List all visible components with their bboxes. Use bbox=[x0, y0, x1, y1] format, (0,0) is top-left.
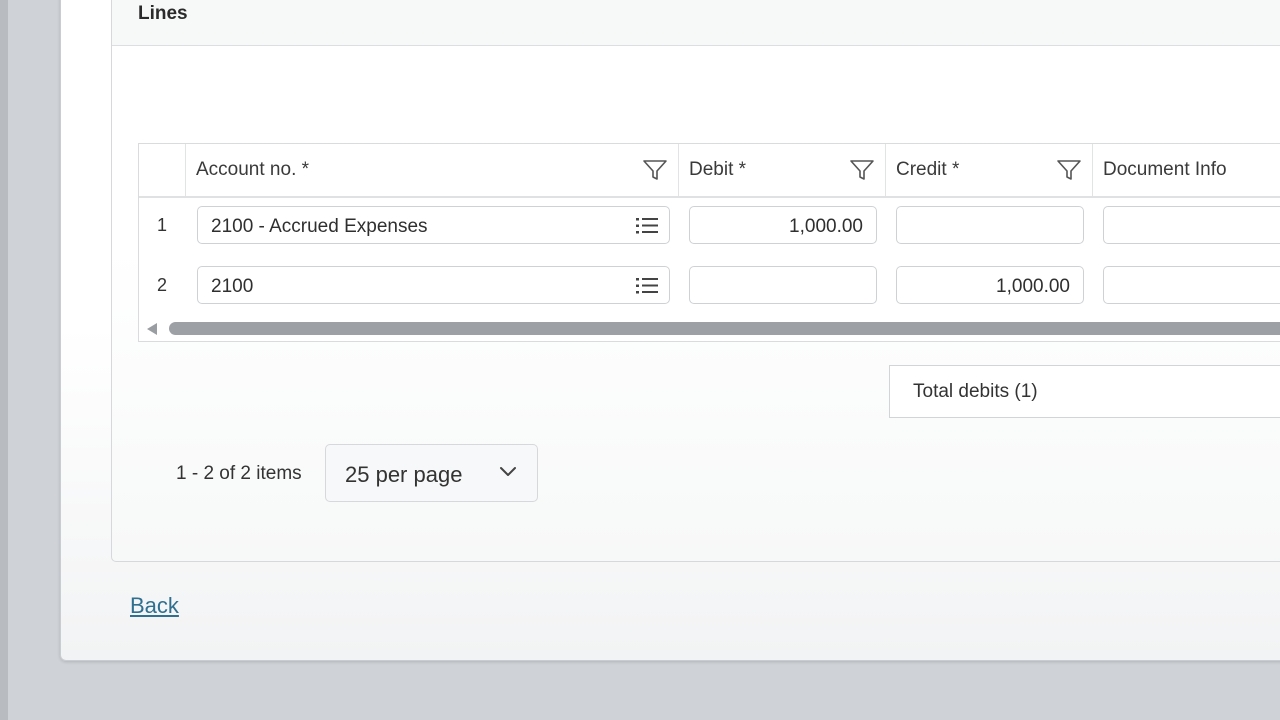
credit-input[interactable]: 1,000.00 bbox=[896, 266, 1084, 304]
filter-icon[interactable] bbox=[1056, 159, 1082, 181]
per-page-value: 25 per page bbox=[345, 462, 463, 487]
lines-grid: Account no. * Debit * Credit * Document … bbox=[138, 143, 1280, 342]
list-icon[interactable] bbox=[635, 215, 659, 237]
table-row: 2 2100 1,000.00 bbox=[139, 257, 1280, 317]
account-value: 2100 bbox=[211, 276, 254, 297]
document-info-input[interactable] bbox=[1103, 206, 1280, 244]
column-header-debit[interactable]: Debit * bbox=[678, 144, 885, 196]
column-header-label: Document Info bbox=[1103, 159, 1227, 180]
column-header-label: Credit * bbox=[896, 159, 960, 180]
column-header-label: Debit * bbox=[689, 159, 747, 180]
column-header-credit[interactable]: Credit * bbox=[885, 144, 1092, 196]
left-sidebar-edge bbox=[0, 0, 8, 720]
row-number: 1 bbox=[157, 215, 168, 235]
column-header-account[interactable]: Account no. * bbox=[185, 144, 678, 196]
per-page-select[interactable]: 25 per page bbox=[325, 444, 538, 502]
row-number: 2 bbox=[157, 275, 168, 295]
back-link[interactable]: Back bbox=[130, 593, 179, 619]
credit-input[interactable] bbox=[896, 206, 1084, 244]
total-debits-label: Total debits (1) bbox=[913, 381, 1038, 402]
list-icon[interactable] bbox=[635, 275, 659, 297]
document-info-input[interactable] bbox=[1103, 266, 1280, 304]
grid-header: Account no. * Debit * Credit * Document … bbox=[139, 144, 1280, 198]
scroll-thumb[interactable] bbox=[169, 322, 1280, 335]
account-value: 2100 - Accrued Expenses bbox=[211, 216, 428, 237]
debit-input[interactable]: 1,000.00 bbox=[689, 206, 877, 244]
column-header-label: Account no. * bbox=[196, 159, 310, 180]
debit-value: 1,000.00 bbox=[789, 216, 863, 237]
table-row: 1 2100 - Accrued Expenses 1,000.00 bbox=[139, 197, 1280, 257]
account-input[interactable]: 2100 bbox=[197, 266, 670, 304]
filter-icon[interactable] bbox=[642, 159, 668, 181]
section-title: Lines bbox=[138, 3, 188, 24]
column-header-document-info[interactable]: Document Info bbox=[1092, 144, 1280, 196]
totals-panel: Total debits (1) bbox=[889, 365, 1280, 418]
debit-input[interactable] bbox=[689, 266, 877, 304]
horizontal-scrollbar[interactable] bbox=[139, 320, 1280, 338]
filter-icon[interactable] bbox=[849, 159, 875, 181]
account-input[interactable]: 2100 - Accrued Expenses bbox=[197, 206, 670, 244]
pager-info: 1 - 2 of 2 items bbox=[176, 463, 302, 484]
section-header: Lines bbox=[112, 0, 1280, 46]
chevron-down-icon bbox=[500, 467, 516, 476]
scroll-left-arrow-icon[interactable] bbox=[147, 323, 157, 335]
credit-value: 1,000.00 bbox=[996, 276, 1070, 297]
